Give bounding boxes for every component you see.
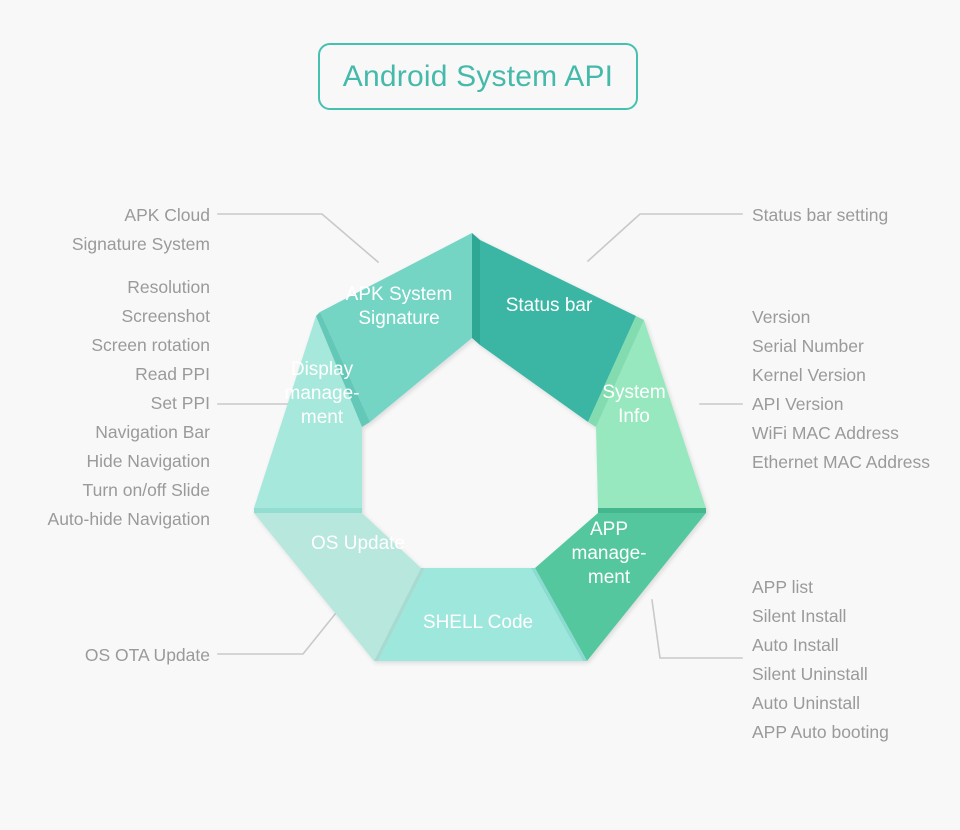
segment-shell-code-shape (378, 568, 583, 661)
diagram-canvas: Android System API Status bar System Inf… (0, 0, 960, 830)
annotation-line: Resolution (127, 277, 210, 297)
annotation-line: OS OTA Update (84, 645, 210, 665)
segment-shell-code[interactable] (378, 568, 587, 661)
segment-os-update-bevel (374, 568, 425, 661)
annotation-line: Auto-hide Navigation (47, 509, 210, 529)
annotation-line: WiFi MAC Address (752, 423, 899, 443)
annotation-line: Screen rotation (91, 335, 210, 355)
segment-apk-system-signature-shape (320, 233, 472, 422)
segment-display-management[interactable] (254, 316, 362, 513)
segment-os-update-shape (254, 513, 421, 661)
annotation-line: Kernel Version (752, 365, 866, 385)
annotation-line: Silent Uninstall (752, 664, 868, 684)
segment-system-info[interactable] (588, 316, 706, 508)
annotation-display-management: Resolution Screenshot Screen rotation Re… (0, 273, 210, 534)
annotation-status-bar: Status bar setting (752, 201, 960, 230)
annotation-line: APP list (752, 577, 813, 597)
segment-display-management-bevel (254, 508, 362, 513)
annotation-line: Ethernet MAC Address (752, 452, 930, 472)
annotation-line: Status bar setting (752, 205, 889, 225)
segment-label-shell-code: SHELL Code (423, 612, 533, 633)
segment-system-info-shape (596, 320, 706, 508)
annotation-line: Silent Install (752, 606, 847, 626)
annotation-line: Read PPI (135, 364, 210, 384)
annotation-apk-cloud: APK Cloud Signature System (0, 201, 210, 259)
annotation-line: Navigation Bar (95, 422, 210, 442)
segment-label-system-info: System Info (602, 382, 665, 427)
annotation-os-ota-update: OS OTA Update (0, 641, 210, 670)
segment-label-app-management: APP manage-ment (572, 519, 647, 588)
segment-apk-system-signature[interactable] (316, 233, 472, 427)
connector-apk-cloud (217, 213, 380, 264)
segment-app-management-shape (535, 513, 706, 661)
annotation-line: Serial Number (752, 336, 864, 356)
segment-labels: Status bar System Info APP manage-ment SHE… (285, 284, 666, 633)
segment-status-bar-bevel (472, 233, 480, 345)
segment-system-info-bevel (588, 316, 644, 427)
segment-app-management[interactable] (535, 508, 706, 661)
annotation-line: Auto Install (752, 635, 839, 655)
segment-label-os-update: OS Update (311, 533, 405, 554)
segment-label-display-management: Display manage-ment (285, 359, 360, 428)
page-title: Android System API (342, 59, 614, 93)
annotation-app-management: APP list Silent Install Auto Install Sil… (752, 573, 960, 747)
annotation-line: API Version (752, 394, 844, 414)
segment-status-bar[interactable] (472, 233, 636, 422)
annotation-line: Turn on/off Slide (82, 480, 210, 500)
page-title-pill: Android System API (318, 43, 638, 110)
annotation-system-info: Version Serial Number Kernel Version API… (752, 303, 960, 477)
segment-label-status-bar: Status bar (506, 295, 593, 316)
connector-status-bar (586, 213, 743, 263)
segment-status-bar-shape (480, 240, 636, 422)
annotation-line: Version (752, 307, 811, 327)
annotation-line: Auto Uninstall (752, 693, 860, 713)
annotation-line: APP Auto booting (752, 722, 889, 742)
segment-display-management-shape (254, 316, 362, 508)
segment-app-management-bevel (598, 508, 706, 513)
annotation-line: Signature System (71, 234, 210, 254)
annotation-line: Set PPI (150, 393, 210, 413)
segment-apk-system-signature-bevel (316, 312, 370, 427)
connector-lines (217, 213, 743, 659)
annotation-line: Screenshot (121, 306, 210, 326)
annotation-line: Hide Navigation (86, 451, 210, 471)
segment-label-apk-system-signature: APK System Signature (346, 284, 453, 329)
segment-shell-code-bevel (531, 568, 587, 661)
segment-os-update[interactable] (254, 513, 425, 661)
connector-app-mgmt (651, 599, 743, 659)
connector-os-ota (217, 596, 350, 655)
annotation-line: APK Cloud (124, 205, 210, 225)
ring-segments (254, 233, 706, 661)
